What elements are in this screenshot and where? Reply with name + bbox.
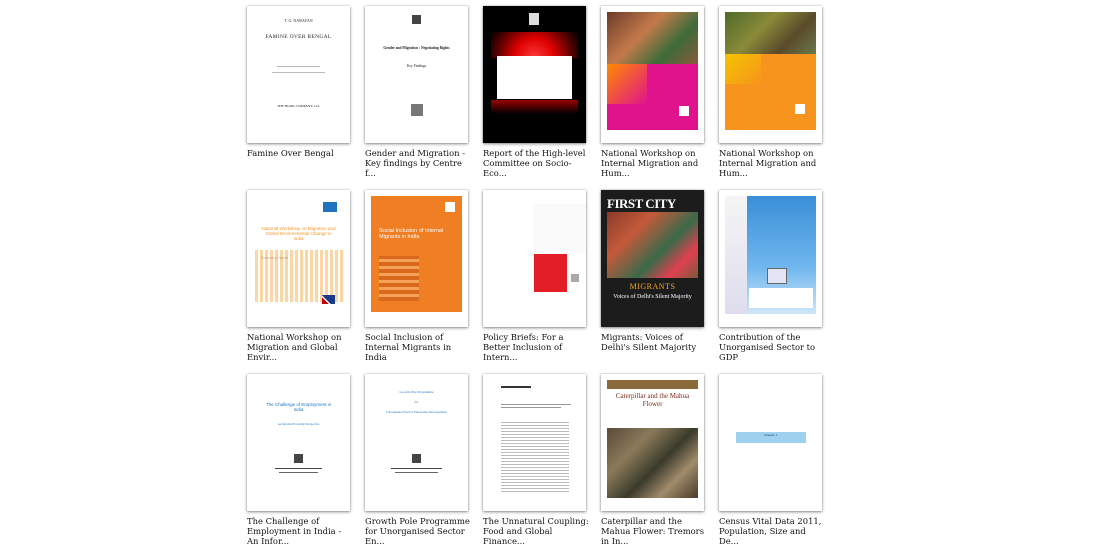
cover-subtitle: An Informal Economy Perspective bbox=[277, 422, 320, 426]
book-title-link[interactable]: Report of the High-level Committee on So… bbox=[483, 148, 591, 178]
cover-subtitle: Key Findings bbox=[406, 64, 427, 68]
unesco-logo-icon bbox=[679, 106, 689, 116]
cover-title: Chapter 1 bbox=[763, 433, 778, 437]
cover-panel bbox=[749, 288, 813, 308]
cover-author: T. G. NARAYAN bbox=[284, 18, 313, 23]
book-title-link[interactable]: Migrants: Voices of Delhi's Silent Major… bbox=[601, 332, 709, 352]
book-title-link[interactable]: Social Inclusion of Internal Migrants in… bbox=[365, 332, 473, 362]
book-cover[interactable] bbox=[719, 6, 822, 143]
cover-pattern bbox=[725, 54, 761, 84]
cover-rule bbox=[279, 472, 318, 473]
book-cover[interactable] bbox=[483, 190, 586, 327]
book-grid: T. G. NARAYAN FAMINE OVER BENGAL THE BOO… bbox=[0, 0, 1097, 546]
cover-photo bbox=[607, 12, 698, 64]
cover-publisher: THE BOOK COMPANY, Ltd. bbox=[277, 104, 320, 108]
book-cover[interactable]: Caterpillar and the Mahua Flower bbox=[601, 374, 704, 511]
cover-title: Caterpillar and the Mahua Flower bbox=[615, 392, 690, 408]
cover-title: Growth Pole Programme bbox=[399, 390, 434, 394]
emblem-icon bbox=[294, 454, 303, 463]
cover-panel bbox=[534, 254, 567, 292]
unesco-logo-icon bbox=[445, 202, 455, 212]
book-cover[interactable] bbox=[483, 6, 586, 143]
flag-icon bbox=[322, 295, 335, 304]
emblem-icon bbox=[529, 13, 539, 25]
cover-pattern bbox=[379, 256, 419, 301]
cover-title: FAMINE OVER BENGAL bbox=[265, 34, 332, 40]
book-cover[interactable]: T. G. NARAYAN FAMINE OVER BENGAL THE BOO… bbox=[247, 6, 350, 143]
cover-photo bbox=[725, 12, 816, 54]
cover-rule bbox=[501, 404, 571, 405]
book-title-link[interactable]: National Workshop on Internal Migration … bbox=[719, 148, 827, 178]
cover-rule bbox=[277, 66, 320, 67]
cover-masthead: FIRST CITY bbox=[607, 196, 676, 211]
cover-photo bbox=[607, 212, 698, 278]
book-title-link[interactable]: The Challenge of Employment in India - A… bbox=[247, 516, 355, 546]
book-title-link[interactable]: National Workshop on Internal Migration … bbox=[601, 148, 709, 178]
book-cover[interactable]: FIRST CITY MIGRANTS Voices of Delhi's Si… bbox=[601, 190, 704, 327]
ballot-box-icon bbox=[767, 268, 787, 284]
unesco-logo-icon bbox=[795, 104, 805, 114]
cover-title: Social Inclusion of Internal Migrants in… bbox=[379, 228, 444, 240]
cover-band bbox=[607, 380, 698, 389]
cover-pattern bbox=[491, 100, 578, 114]
barcode-icon bbox=[411, 104, 423, 116]
book-cover[interactable]: National Workshop on Migration and Globa… bbox=[247, 190, 350, 327]
cover-rule bbox=[395, 472, 438, 473]
book-title-link[interactable]: Census Vital Data 2011, Population, Size… bbox=[719, 516, 827, 546]
cover-pattern bbox=[607, 64, 647, 104]
cover-rule bbox=[501, 407, 561, 408]
book-cover[interactable]: Gender and Migration : Negotiating Right… bbox=[365, 6, 468, 143]
book-cover[interactable] bbox=[483, 374, 586, 511]
cover-subtitle: Voices of Delhi's Silent Majority bbox=[613, 294, 692, 300]
book-title-link[interactable]: Policy Briefs: For a Better Inclusion of… bbox=[483, 332, 591, 362]
cover-photo bbox=[607, 428, 698, 498]
book-title-link[interactable]: Famine Over Bengal bbox=[247, 148, 355, 158]
cover-panel bbox=[567, 254, 586, 292]
cover-title: Unorganised Sector Enterprise Developmen… bbox=[386, 410, 447, 414]
book-title-link[interactable]: Growth Pole Programme for Unorganised Se… bbox=[365, 516, 473, 546]
cover-rule bbox=[501, 386, 531, 388]
cover-title: for bbox=[414, 400, 419, 404]
cover-title: National Workshop on Migration and Globa… bbox=[261, 226, 336, 241]
cover-pattern bbox=[725, 196, 747, 314]
emblem-icon bbox=[412, 15, 421, 24]
cover-rule bbox=[391, 468, 442, 469]
book-cover[interactable]: The Challenge of Employment in India An … bbox=[247, 374, 350, 511]
cover-title: The Challenge of Employment in India bbox=[265, 402, 332, 412]
unesco-logo-icon bbox=[571, 274, 579, 282]
book-cover[interactable] bbox=[719, 190, 822, 327]
cover-panel bbox=[497, 56, 572, 99]
cover-text-block bbox=[501, 422, 569, 492]
book-cover[interactable]: Social Inclusion of Internal Migrants in… bbox=[365, 190, 468, 327]
book-cover[interactable]: Chapter 1 bbox=[719, 374, 822, 511]
cover-rule bbox=[272, 72, 325, 73]
cover-rule bbox=[275, 468, 322, 469]
book-title-link[interactable]: National Workshop on Migration and Globa… bbox=[247, 332, 355, 362]
book-cover[interactable] bbox=[601, 6, 704, 143]
book-title-link[interactable]: Caterpillar and the Mahua Flower: Tremor… bbox=[601, 516, 709, 546]
cover-pattern bbox=[491, 32, 578, 58]
book-title-link[interactable]: The Unnatural Coupling: Food and Global … bbox=[483, 516, 591, 546]
cover-panel bbox=[534, 204, 586, 254]
book-cover[interactable]: Growth Pole Programme for Unorganised Se… bbox=[365, 374, 468, 511]
cover-title: Gender and Migration : Negotiating Right… bbox=[383, 46, 450, 50]
cover-title: MIGRANTS bbox=[629, 282, 676, 291]
emblem-icon bbox=[412, 454, 421, 463]
unesco-logo-icon bbox=[323, 202, 337, 212]
book-title-link[interactable]: Contribution of the Unorganised Sector t… bbox=[719, 332, 827, 362]
book-title-link[interactable]: Gender and Migration - Key findings by C… bbox=[365, 148, 473, 178]
